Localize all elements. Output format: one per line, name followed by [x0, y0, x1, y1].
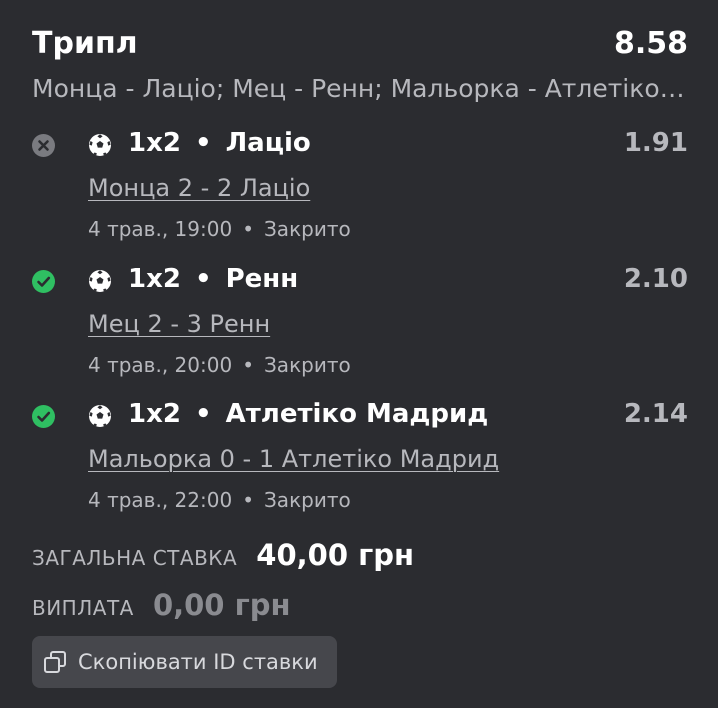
- bullet-separator: •: [242, 353, 254, 377]
- copy-bet-id-label: Скопіювати ID ставки: [78, 650, 318, 674]
- soccer-ball-icon: [88, 269, 112, 293]
- match-state: Закрито: [263, 488, 351, 512]
- leg-odds: 2.14: [623, 399, 688, 429]
- bullet-separator: •: [194, 128, 212, 158]
- leg-meta: 4 трав., 20:00 • Закрито: [88, 353, 351, 377]
- x-circle-icon: [32, 134, 55, 157]
- leg-selection: 1x2 • Ренн: [128, 264, 298, 294]
- bet-summary: Монца - Лаціо; Мец - Ренн; Мальорка - Ат…: [32, 74, 688, 103]
- total-stake-value: 40,00 грн: [256, 538, 415, 572]
- bullet-separator: •: [242, 488, 254, 512]
- leg-selection: 1x2 • Лаціо: [128, 128, 311, 158]
- leg-item: 1x2 • Лаціо 1.91 Монца 2 - 2 Лаціо 4 трав.…: [0, 128, 718, 253]
- copy-bet-id-button[interactable]: Скопіювати ID ставки: [32, 636, 337, 688]
- soccer-ball-icon: [88, 404, 112, 428]
- leg-meta: 4 трав., 22:00 • Закрито: [88, 488, 351, 512]
- copy-icon: [42, 649, 68, 675]
- match-datetime: 4 трав., 19:00: [88, 217, 233, 241]
- bullet-separator: •: [194, 399, 212, 429]
- leg-selection: 1x2 • Атлетіко Мадрид: [128, 399, 488, 429]
- total-odds: 8.58: [613, 26, 688, 61]
- market-label: 1x2: [128, 128, 181, 158]
- match-link[interactable]: Монца 2 - 2 Лаціо: [88, 174, 310, 202]
- payout-label: ВИПЛАТА: [32, 596, 134, 620]
- match-link[interactable]: Мальорка 0 - 1 Атлетіко Мадрид: [88, 445, 499, 473]
- check-circle-icon: [32, 405, 55, 428]
- bet-type-title: Трипл: [32, 26, 138, 61]
- match-state: Закрито: [263, 217, 351, 241]
- bet-card: Трипл 8.58 Монца - Лаціо; Мец - Ренн; Ма…: [0, 0, 718, 708]
- soccer-ball-icon: [88, 133, 112, 157]
- bullet-separator: •: [242, 217, 254, 241]
- bullet-separator: •: [194, 264, 212, 294]
- match-datetime: 4 трав., 20:00: [88, 353, 233, 377]
- selection-label: Лаціо: [225, 128, 311, 158]
- market-label: 1x2: [128, 399, 181, 429]
- selection-label: Ренн: [225, 264, 299, 294]
- selection-label: Атлетіко Мадрид: [225, 399, 489, 429]
- match-state: Закрито: [263, 353, 351, 377]
- payout-value: 0,00 грн: [152, 588, 291, 622]
- check-circle-icon: [32, 270, 55, 293]
- leg-odds: 2.10: [623, 264, 688, 294]
- payout-row: ВИПЛАТА 0,00 грн: [32, 588, 291, 622]
- leg-item: 1x2 • Атлетіко Мадрид 2.14 Мальорка 0 - 1 …: [0, 399, 718, 524]
- leg-odds: 1.91: [623, 128, 688, 158]
- match-link[interactable]: Мец 2 - 3 Ренн: [88, 310, 270, 338]
- total-stake-row: ЗАГАЛЬНА СТАВКА 40,00 грн: [32, 538, 414, 572]
- leg-meta: 4 трав., 19:00 • Закрито: [88, 217, 351, 241]
- match-datetime: 4 трав., 22:00: [88, 488, 233, 512]
- total-stake-label: ЗАГАЛЬНА СТАВКА: [32, 546, 238, 570]
- leg-item: 1x2 • Ренн 2.10 Мец 2 - 3 Ренн 4 трав., 20…: [0, 264, 718, 389]
- market-label: 1x2: [128, 264, 181, 294]
